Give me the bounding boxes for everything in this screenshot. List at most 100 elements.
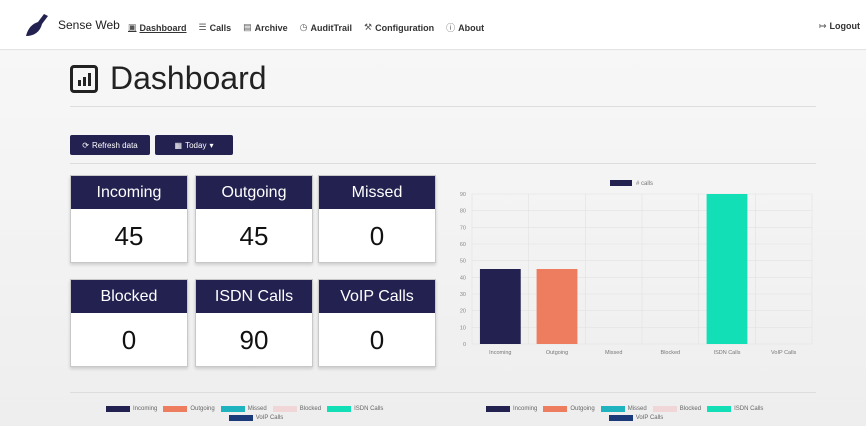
legend-item[interactable]: VoIP Calls — [228, 415, 284, 421]
y-tick-label: 90 — [460, 192, 466, 198]
bar-isdn-calls — [706, 194, 748, 344]
legend-item[interactable]: Outgoing — [163, 406, 215, 412]
x-tick-label: Blocked — [661, 350, 681, 356]
x-tick-label: VoIP Calls — [771, 350, 797, 356]
nav-label: Dashboard — [139, 22, 187, 33]
legend-item[interactable]: Missed — [220, 406, 267, 412]
legend-swatch — [486, 406, 510, 412]
legend-item[interactable]: Blocked — [652, 406, 702, 412]
x-tick-label: Missed — [605, 350, 622, 356]
refresh-label: Refresh data — [91, 140, 138, 150]
legend-item[interactable]: Outgoing — [543, 406, 595, 412]
legend-label: Blocked — [679, 406, 702, 412]
logout-icon: ↦ — [818, 21, 827, 31]
page-title: Dashboard — [110, 60, 267, 96]
legend-label: VoIP Calls — [255, 415, 284, 421]
y-tick-label: 10 — [460, 325, 466, 331]
legend-swatch — [652, 406, 677, 412]
dashboard-icon: ▣ — [128, 22, 137, 32]
stat-value: 0 — [121, 325, 137, 355]
y-tick-label: 0 — [463, 342, 466, 348]
stat-card-blocked: Blocked 0 — [70, 279, 188, 367]
navbar: Sense Web ▣ Dashboard ☰ Calls ▤ Archive ◷ Audit… — [0, 0, 866, 50]
legend-item[interactable]: ISDN Calls — [707, 406, 763, 412]
nav-label: Archive — [254, 22, 288, 33]
refresh-icon: ⟳ — [82, 140, 89, 150]
legend-item[interactable]: ISDN Calls — [327, 406, 383, 412]
legend-item[interactable]: Blocked — [272, 406, 322, 412]
legend-swatch — [707, 406, 732, 412]
period-dropdown-button[interactable]: ▦ Today ▾ — [155, 135, 233, 155]
history-icon: ◷ — [299, 22, 308, 32]
y-tick-label: 70 — [460, 225, 466, 231]
legend-label: ISDN Calls — [354, 406, 384, 412]
x-tick-label: ISDN Calls — [714, 350, 741, 356]
logout-link[interactable]: ↦ Logout — [819, 21, 860, 32]
bar-outgoing — [536, 269, 578, 344]
period-label: Today — [185, 140, 207, 150]
chart-legend-swatch — [610, 180, 632, 186]
list-icon: ☰ — [198, 22, 207, 32]
stat-label: Incoming — [71, 176, 187, 209]
legend-item[interactable]: Incoming — [486, 406, 537, 412]
stat-label: Blocked — [71, 280, 187, 313]
stat-card-voip-calls: VoIP Calls 0 — [318, 279, 436, 367]
stat-label: Outgoing — [196, 176, 312, 209]
legend-item[interactable]: Missed — [600, 406, 647, 412]
legend-label: Missed — [627, 406, 647, 412]
y-tick-label: 30 — [460, 292, 466, 298]
legend-item[interactable]: VoIP Calls — [608, 415, 664, 421]
stat-card-missed: Missed 0 — [318, 175, 436, 263]
legend-label: Outgoing — [190, 406, 215, 412]
stat-label: Missed — [319, 176, 435, 209]
tools-icon: ⚒ — [364, 22, 373, 32]
brand-name[interactable]: Sense Web — [58, 18, 120, 32]
nav-audittrail[interactable]: ◷ AuditTrail — [300, 21, 352, 34]
nav-label: AuditTrail — [310, 22, 353, 33]
divider — [70, 106, 816, 107]
y-tick-label: 50 — [460, 259, 466, 265]
stat-card-isdn-calls: ISDN Calls 90 — [195, 279, 313, 367]
nav-about[interactable]: ⓘ About — [446, 21, 484, 34]
x-tick-label: Incoming — [489, 350, 511, 356]
legend-item[interactable]: Incoming — [106, 406, 157, 412]
archive-icon: ▤ — [243, 22, 252, 32]
legend-label: VoIP Calls — [635, 415, 664, 421]
bar-incoming — [479, 269, 521, 344]
stat-label: ISDN Calls — [196, 280, 312, 313]
info-icon: ⓘ — [446, 23, 456, 33]
nav-dashboard[interactable]: ▣ Dashboard — [128, 21, 187, 34]
nav-calls[interactable]: ☰ Calls — [199, 21, 232, 34]
legend-label: Incoming — [133, 406, 158, 412]
y-tick-label: 80 — [460, 209, 466, 215]
y-tick-label: 40 — [460, 275, 466, 281]
stat-value: 90 — [239, 325, 269, 355]
chevron-down-icon: ▾ — [209, 140, 214, 150]
stat-value: 0 — [369, 221, 385, 251]
chart-icon — [70, 64, 98, 93]
nav-archive[interactable]: ▤ Archive — [243, 21, 288, 34]
calendar-icon: ▦ — [174, 140, 183, 150]
legend-swatch — [228, 415, 253, 421]
brand-logo-icon[interactable] — [22, 10, 52, 40]
chart-legend-left: Incoming Outgoing Missed Blocked ISDN Calls V… — [106, 406, 406, 421]
nav-configuration[interactable]: ⚒ Configuration — [364, 21, 434, 34]
stat-value: 0 — [369, 325, 385, 355]
stat-value: 45 — [239, 221, 269, 251]
stat-value: 45 — [114, 221, 144, 251]
refresh-data-button[interactable]: ⟳ Refresh data — [70, 135, 150, 155]
chart-legend-label: # calls — [636, 181, 653, 187]
page-header: Dashboard — [70, 60, 267, 97]
nav-label: About — [458, 22, 485, 33]
legend-swatch — [163, 406, 188, 412]
main-nav: ▣ Dashboard ☰ Calls ▤ Archive ◷ AuditTrail ⚒ Conf… — [128, 21, 484, 34]
divider — [70, 392, 816, 393]
y-tick-label: 20 — [460, 309, 466, 315]
legend-label: Blocked — [299, 406, 322, 412]
logout-label: Logout — [829, 21, 861, 31]
legend-label: Outgoing — [570, 406, 595, 412]
stat-label: VoIP Calls — [319, 280, 435, 313]
calls-bar-chart: # calls 0 10 20 30 40 50 60 70 80 90 Incoming Outgoi… — [460, 180, 813, 356]
nav-label: Configuration — [375, 22, 435, 33]
legend-label: Incoming — [513, 406, 538, 412]
